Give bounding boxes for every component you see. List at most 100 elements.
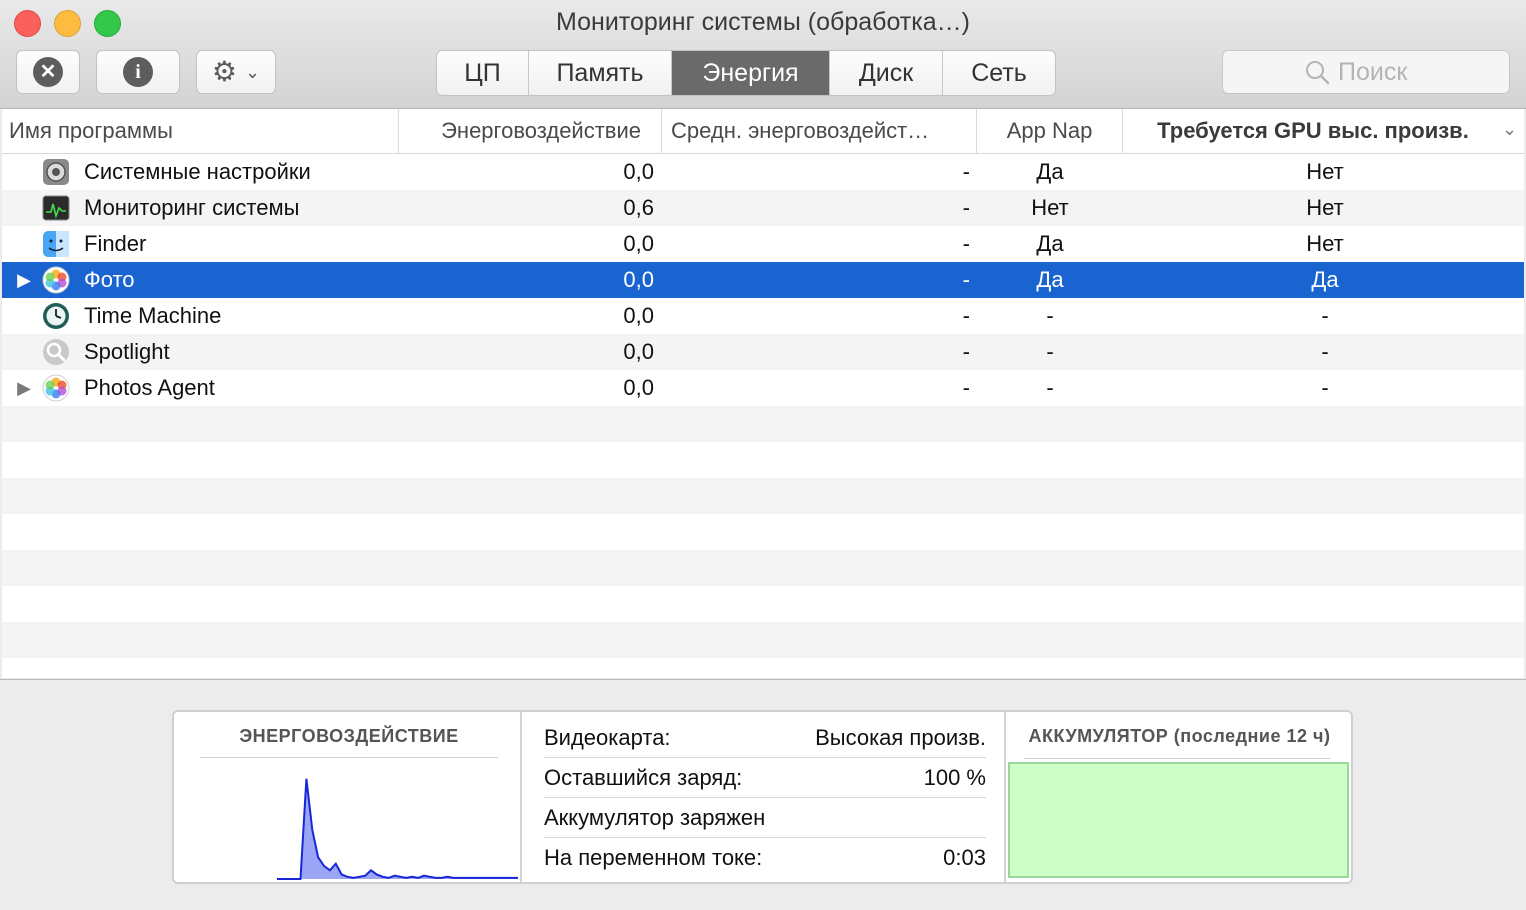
empty-table-row: [2, 442, 1524, 478]
graphics-card-label: Видеокарта:: [544, 724, 671, 750]
energy-impact-value: 0,0: [623, 303, 654, 328]
app-nap-value: Да: [1036, 231, 1064, 256]
action-menu-button[interactable]: ⚙ ⌄: [196, 50, 276, 94]
column-header-avg-energy-impact[interactable]: Средн. энерговоздейст…: [662, 109, 977, 153]
avg-energy-impact-value: -: [962, 231, 970, 256]
process-name: Системные настройки: [84, 159, 311, 184]
table-row[interactable]: ▶ Фото 0,0 - Да Да: [2, 262, 1524, 298]
photos-icon: [42, 374, 70, 402]
x-circle-icon: ✕: [33, 57, 63, 87]
app-nap-value: -: [1046, 339, 1054, 364]
tab-memory[interactable]: Память: [529, 51, 672, 95]
disclosure-triangle-icon[interactable]: [14, 298, 34, 334]
system-preferences-icon: [42, 158, 70, 186]
energy-impact-graph-section: ЭНЕРГОВОЗДЕЙСТВИЕ: [174, 712, 522, 882]
chevron-down-icon: ⌄: [245, 61, 261, 82]
tab-network[interactable]: Сеть: [943, 51, 1055, 95]
app-nap-value: Нет: [1031, 195, 1069, 220]
table-row[interactable]: Finder 0,0 - Да Нет: [2, 226, 1524, 262]
remaining-charge-value: 100 %: [923, 764, 986, 790]
energy-impact-value: 0,6: [623, 195, 654, 220]
info-circle-icon: i: [123, 57, 153, 87]
empty-table-row: [2, 406, 1524, 442]
spotlight-icon: [42, 338, 70, 366]
avg-energy-impact-value: -: [962, 159, 970, 184]
requires-gpu-value: Нет: [1306, 195, 1344, 220]
battery-charged-label: Аккумулятор заряжен: [544, 804, 766, 830]
table-row[interactable]: ▶ Photos Agent 0,0 - - -: [2, 370, 1524, 406]
tab-energy[interactable]: Энергия: [672, 51, 830, 95]
requires-gpu-value: Нет: [1306, 159, 1344, 184]
disclosure-triangle-icon[interactable]: [14, 190, 34, 226]
requires-gpu-value: Да: [1311, 267, 1339, 292]
process-name: Time Machine: [84, 303, 222, 328]
bottom-summary: ЭНЕРГОВОЗДЕЙСТВИЕ Видеокарта: Высокая пр…: [0, 679, 1526, 910]
energy-impact-value: 0,0: [623, 267, 654, 292]
disclosure-triangle-icon[interactable]: [14, 334, 34, 370]
energy-impact-value: 0,0: [623, 159, 654, 184]
avg-energy-impact-value: -: [962, 339, 970, 364]
process-name: Finder: [84, 231, 147, 256]
empty-table-row: [2, 478, 1524, 514]
empty-table-row: [2, 622, 1524, 658]
finder-icon: [42, 230, 70, 258]
app-nap-value: Да: [1036, 267, 1064, 292]
time-machine-icon: [42, 302, 70, 330]
empty-table-row: [2, 550, 1524, 586]
tab-disk[interactable]: Диск: [830, 51, 943, 95]
app-nap-value: -: [1046, 303, 1054, 328]
disclosure-triangle-icon[interactable]: ▶: [14, 370, 34, 406]
requires-gpu-value: Нет: [1306, 231, 1344, 256]
process-name: Photos Agent: [84, 375, 215, 400]
avg-energy-impact-value: -: [962, 303, 970, 328]
app-nap-value: -: [1046, 375, 1054, 400]
search-field[interactable]: [1222, 50, 1510, 94]
summary-panel: ЭНЕРГОВОЗДЕЙСТВИЕ Видеокарта: Высокая пр…: [172, 710, 1353, 884]
requires-gpu-value: -: [1321, 375, 1329, 400]
avg-energy-impact-value: -: [962, 375, 970, 400]
info-row-graphics-card: Видеокарта: Высокая произв.: [544, 718, 986, 758]
graphics-card-value: Высокая произв.: [815, 724, 986, 750]
battery-history-section: АККУМУЛЯТОР (последние 12 ч): [1006, 712, 1351, 882]
column-header-app-nap[interactable]: App Nap: [977, 109, 1123, 153]
table-row[interactable]: Системные настройки 0,0 - Да Нет: [2, 154, 1524, 190]
search-input[interactable]: [1338, 57, 1428, 87]
requires-gpu-value: -: [1321, 303, 1329, 328]
process-name: Фото: [84, 267, 135, 292]
column-header-energy-impact[interactable]: Энерговоздействие: [399, 109, 662, 153]
table-row[interactable]: Spotlight 0,0 - - -: [2, 334, 1524, 370]
sort-chevron-icon[interactable]: ⌄: [1502, 119, 1517, 140]
process-table: Имя программы Энерговоздействие Средн. э…: [2, 109, 1524, 678]
battery-history-title: АККУМУЛЯТОР (последние 12 ч): [1028, 726, 1331, 746]
process-name: Мониторинг системы: [84, 195, 300, 220]
empty-table-row: [2, 586, 1524, 622]
table-row[interactable]: Time Machine 0,0 - - -: [2, 298, 1524, 334]
energy-impact-value: 0,0: [623, 231, 654, 256]
table-row[interactable]: Мониторинг системы 0,6 - Нет Нет: [2, 190, 1524, 226]
battery-info-section: Видеокарта: Высокая произв. Оставшийся з…: [522, 712, 1006, 882]
disclosure-triangle-icon[interactable]: [14, 154, 34, 190]
process-name: Spotlight: [84, 339, 170, 364]
info-row-battery-charged: Аккумулятор заряжен: [544, 798, 986, 838]
divider: [1024, 758, 1330, 759]
inspect-process-button[interactable]: i: [96, 50, 180, 94]
tab-cpu[interactable]: ЦП: [437, 51, 529, 95]
search-icon: [1306, 61, 1330, 85]
activity-monitor-icon: [42, 194, 70, 222]
stop-process-button[interactable]: ✕: [16, 50, 80, 94]
remaining-charge-label: Оставшийся заряд:: [544, 764, 743, 790]
energy-impact-value: 0,0: [623, 375, 654, 400]
disclosure-triangle-icon[interactable]: ▶: [14, 262, 34, 298]
energy-impact-graph: [277, 778, 518, 880]
activity-monitor-window: Мониторинг системы (обработка…) ✕ i ⚙ ⌄ …: [0, 0, 1526, 910]
empty-table-row: [2, 514, 1524, 550]
info-row-remaining-charge: Оставшийся заряд: 100 %: [544, 758, 986, 798]
column-header-requires-gpu[interactable]: Требуется GPU выс. произв.: [1123, 109, 1503, 153]
column-header-name[interactable]: Имя программы: [2, 109, 399, 153]
table-body: Системные настройки 0,0 - Да Нет Мониторинг с…: [2, 154, 1524, 658]
energy-graph-title: ЭНЕРГОВОЗДЕЙСТВИЕ: [200, 726, 498, 758]
energy-impact-value: 0,0: [623, 339, 654, 364]
gear-icon: ⚙: [211, 56, 237, 87]
table-header: Имя программы Энерговоздействие Средн. э…: [2, 109, 1524, 154]
disclosure-triangle-icon[interactable]: [14, 226, 34, 262]
